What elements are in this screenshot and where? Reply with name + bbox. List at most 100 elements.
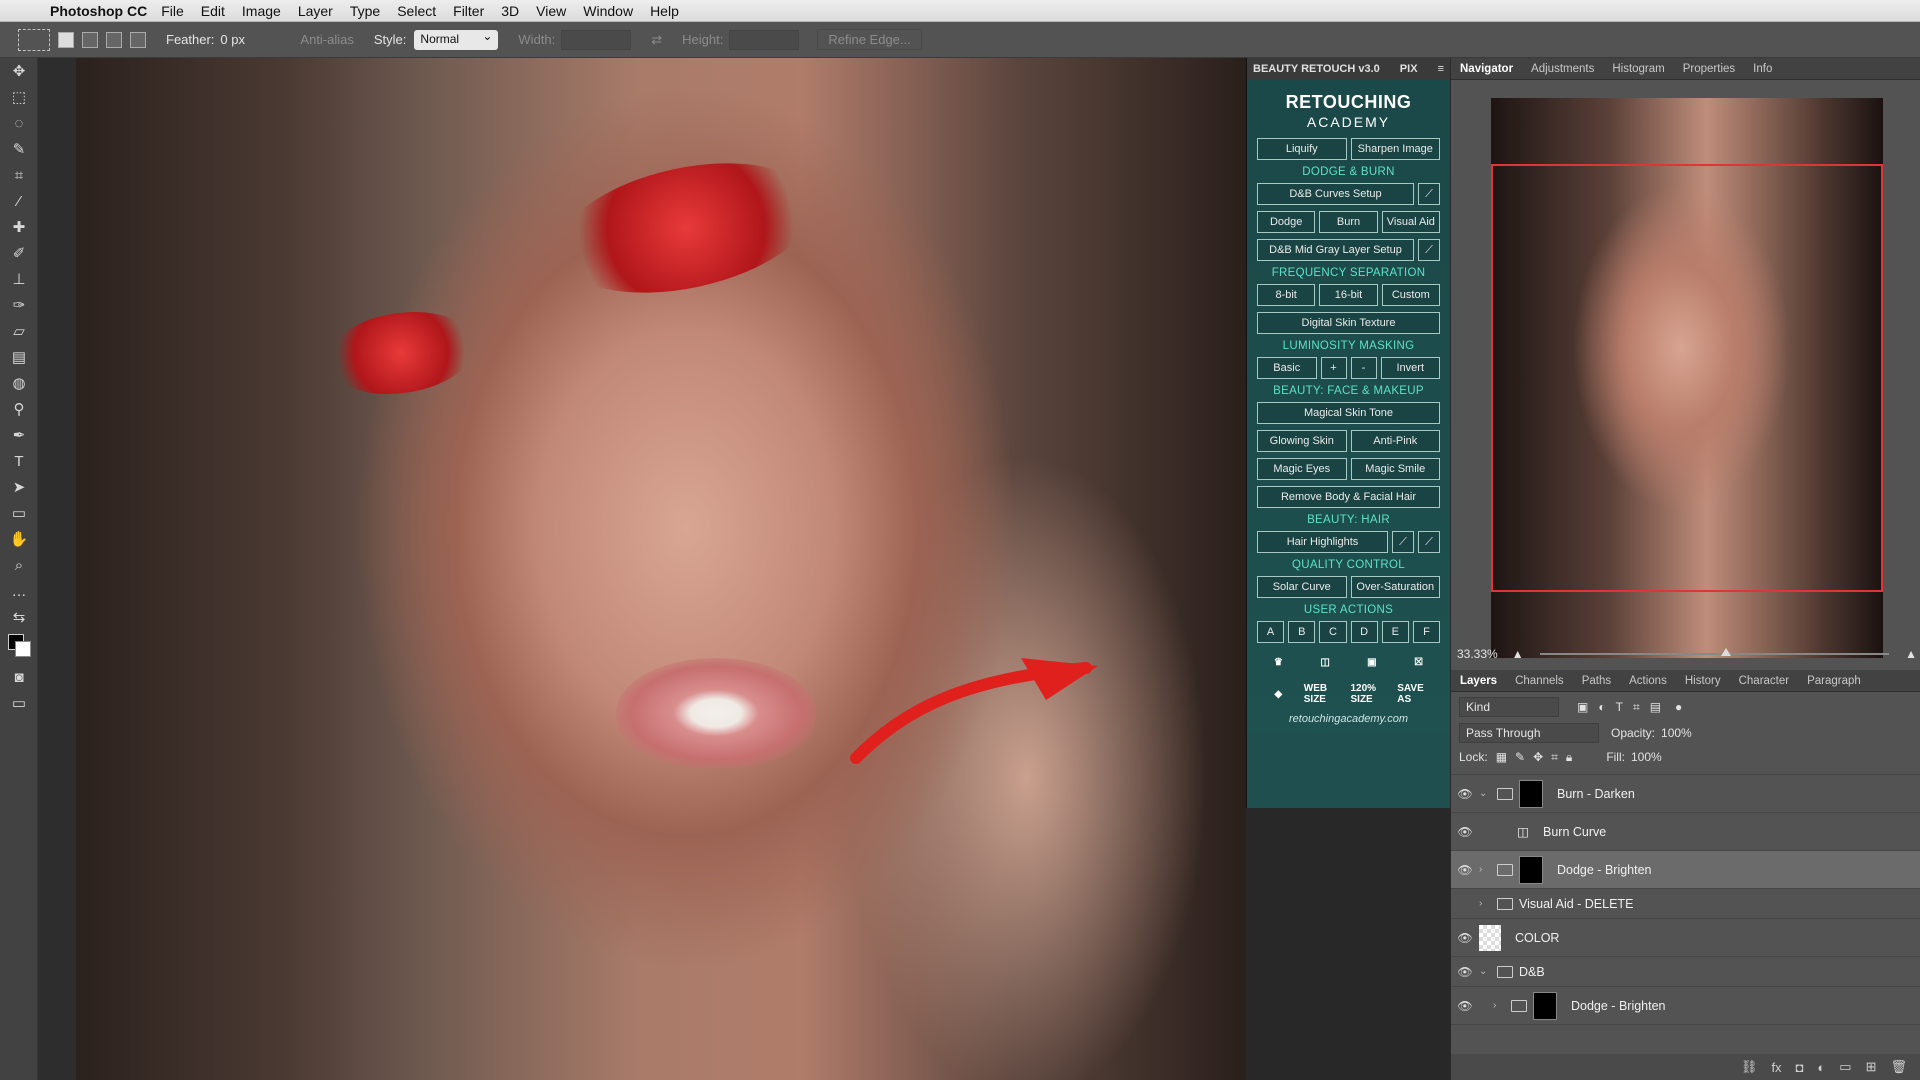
db-curves-setup-button[interactable]: D&B Curves Setup <box>1257 183 1414 205</box>
add-selection-button[interactable] <box>82 31 98 48</box>
solar-curve-button[interactable]: Solar Curve <box>1257 576 1347 598</box>
lasso-icon[interactable]: ◌ <box>0 110 38 136</box>
liquify-button[interactable]: Liquify <box>1257 138 1347 160</box>
expand-icon[interactable]: › <box>1479 898 1491 909</box>
quick-mask-icon[interactable]: ◙ <box>0 664 38 690</box>
layer-mask-thumbnail[interactable] <box>1519 779 1543 808</box>
layer-dodge-brighten[interactable]: 👁︎ › Dodge - Brighten <box>1451 851 1920 889</box>
document-canvas[interactable] <box>38 58 1246 1080</box>
expand-icon[interactable]: › <box>1493 1000 1505 1011</box>
width-field[interactable] <box>561 29 632 50</box>
website-link[interactable]: retouchingacademy.com <box>1257 713 1440 725</box>
digital-skin-texture-button[interactable]: Digital Skin Texture <box>1257 312 1440 334</box>
custom-button[interactable]: Custom <box>1381 284 1440 306</box>
user-action-a[interactable]: A <box>1257 621 1285 643</box>
tab-info[interactable]: Info <box>1744 63 1781 75</box>
adjustment-filter-icon[interactable]: ◐ <box>1598 700 1605 714</box>
layer-color[interactable]: 👁︎ COLOR <box>1451 919 1920 957</box>
dodge-button[interactable]: Dodge <box>1257 211 1316 233</box>
expand-icon[interactable]: ⌄ <box>1479 788 1491 799</box>
type-icon[interactable]: T <box>0 448 38 474</box>
gradient-icon[interactable]: ▤ <box>0 344 38 370</box>
zoom-slider[interactable] <box>1539 648 1890 656</box>
16bit-button[interactable]: 16-bit <box>1319 284 1378 306</box>
hair-brush-icon-1[interactable]: ⟋ <box>1392 531 1414 553</box>
tab-paragraph[interactable]: Paragraph <box>1798 675 1870 687</box>
web-size-button[interactable]: WEB SIZE <box>1304 681 1347 707</box>
swap-icon[interactable]: ⇄ <box>651 32 662 48</box>
user-action-d[interactable]: D <box>1350 621 1378 643</box>
menu-3d[interactable]: 3D <box>501 3 519 19</box>
layer-burn-darken[interactable]: 👁︎ ⌄ Burn - Darken <box>1451 775 1920 813</box>
adjustment-layer-icon[interactable]: ◐ <box>1817 1060 1825 1075</box>
healing-icon[interactable]: ✚ <box>0 214 38 240</box>
tab-histogram[interactable]: Histogram <box>1603 63 1673 75</box>
move-icon[interactable]: ✥ <box>0 58 38 84</box>
type-filter-icon[interactable]: T <box>1616 700 1623 714</box>
fill-value[interactable]: 100% <box>1631 750 1662 764</box>
filter-toggle-icon[interactable]: ● <box>1675 700 1682 714</box>
intersect-selection-button[interactable] <box>130 31 146 48</box>
pen-icon[interactable]: ✒ <box>0 422 38 448</box>
visibility-icon[interactable]: 👁︎ <box>1451 965 1479 979</box>
hand-icon[interactable]: ✋ <box>0 526 38 552</box>
tab-paths[interactable]: Paths <box>1573 675 1620 687</box>
visual-aid-button[interactable]: Visual Aid <box>1381 211 1440 233</box>
save-as-button[interactable]: SAVE AS <box>1397 681 1440 707</box>
8bit-button[interactable]: 8-bit <box>1257 284 1316 306</box>
view-frame[interactable] <box>1491 164 1883 592</box>
user-action-c[interactable]: C <box>1319 621 1347 643</box>
opacity-value[interactable]: 100% <box>1661 726 1692 740</box>
user-action-b[interactable]: B <box>1288 621 1316 643</box>
refine-edge-button[interactable]: Refine Edge... <box>817 29 922 50</box>
lock-all-icon[interactable]: 🔒︎ <box>1566 750 1572 765</box>
tab-channels[interactable]: Channels <box>1506 675 1573 687</box>
menu-filter[interactable]: Filter <box>453 3 484 19</box>
app-name[interactable]: Photoshop CC <box>50 3 147 19</box>
dodge-icon[interactable]: ⚲ <box>0 396 38 422</box>
lock-artboard-icon[interactable]: ⌗ <box>1551 750 1558 765</box>
history-brush-icon[interactable]: ✑ <box>0 292 38 318</box>
hair-brush-icon-2[interactable]: ⟋ <box>1418 531 1440 553</box>
expand-icon[interactable]: ⌄ <box>1479 966 1491 977</box>
zoom-knob[interactable] <box>1721 648 1732 656</box>
antialias-checkbox[interactable]: Anti-alias <box>300 32 353 47</box>
crop-icon[interactable]: ⌗ <box>0 162 38 188</box>
menu-image[interactable]: Image <box>242 3 281 19</box>
color-swatches[interactable] <box>0 630 38 664</box>
blend-mode-select[interactable]: Pass Through <box>1459 723 1599 743</box>
tab-actions[interactable]: Actions <box>1620 675 1676 687</box>
screen-mode-icon[interactable]: ▭ <box>0 690 38 716</box>
brush-icon-button[interactable]: ⟋ <box>1418 183 1440 205</box>
size-120-button[interactable]: 120% SIZE <box>1351 681 1394 707</box>
eraser-icon[interactable]: ▱ <box>0 318 38 344</box>
lock-position-icon[interactable]: ✥ <box>1533 750 1543 764</box>
invert-button[interactable]: Invert <box>1380 357 1440 379</box>
subtract-selection-button[interactable] <box>106 31 122 48</box>
height-field[interactable] <box>729 29 800 50</box>
user-action-f[interactable]: F <box>1412 621 1441 643</box>
image-icon[interactable]: ▣ <box>1351 649 1394 675</box>
expand-icon[interactable]: › <box>1479 864 1491 875</box>
minus-button[interactable]: - <box>1350 357 1377 379</box>
menu-layer[interactable]: Layer <box>298 3 333 19</box>
lock-image-icon[interactable]: ✎ <box>1515 750 1525 764</box>
brush-icon[interactable]: ✐ <box>0 240 38 266</box>
feather-input[interactable]: 0 px <box>220 32 280 47</box>
tab-history[interactable]: History <box>1676 675 1730 687</box>
navigator-thumbnail[interactable] <box>1491 98 1883 658</box>
magic-eyes-button[interactable]: Magic Eyes <box>1257 458 1347 480</box>
kind-filter[interactable]: Kind <box>1459 697 1559 717</box>
visibility-icon[interactable]: 👁︎ <box>1451 863 1479 877</box>
stamp-icon[interactable]: ⊥ <box>0 266 38 292</box>
plus-button[interactable]: + <box>1320 357 1347 379</box>
glowing-skin-button[interactable]: Glowing Skin <box>1257 430 1347 452</box>
visibility-icon[interactable]: 👁︎ <box>1451 825 1479 839</box>
menu-file[interactable]: File <box>161 3 184 19</box>
new-layer-icon[interactable]: ⊞ <box>1866 1059 1877 1075</box>
layer-db-group[interactable]: 👁︎ ⌄ D&B <box>1451 957 1920 987</box>
visibility-icon[interactable]: 👁︎ <box>1451 787 1479 801</box>
hair-highlights-button[interactable]: Hair Highlights <box>1257 531 1388 553</box>
tab-properties[interactable]: Properties <box>1674 63 1744 75</box>
db-midgray-setup-button[interactable]: D&B Mid Gray Layer Setup <box>1257 239 1414 261</box>
